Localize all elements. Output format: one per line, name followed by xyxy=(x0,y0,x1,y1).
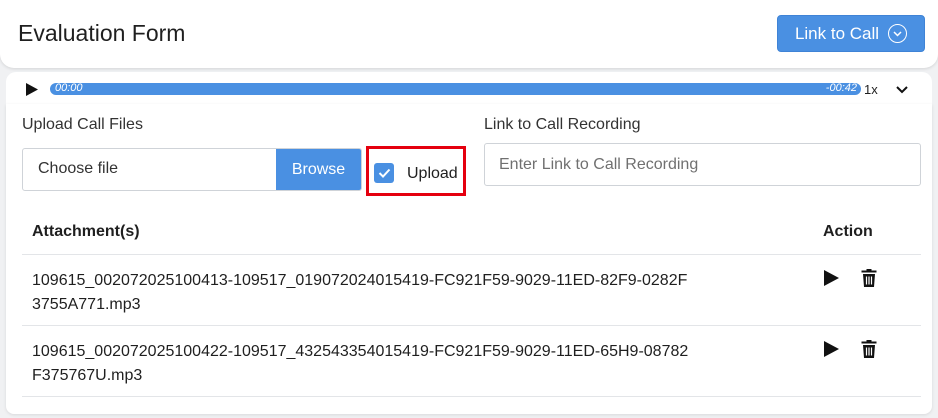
action-header: Action xyxy=(823,223,873,240)
browse-button[interactable]: Browse xyxy=(276,149,361,190)
upload-checkbox-label: Upload xyxy=(407,165,458,182)
trash-icon[interactable] xyxy=(861,269,877,287)
attachment-filename: 109615_002072025100413-109517_0190720240… xyxy=(32,272,688,313)
attachment-filename: 109615_002072025100422-109517_4325433540… xyxy=(32,343,689,384)
upload-files-label: Upload Call Files xyxy=(22,116,143,133)
play-icon[interactable] xyxy=(26,83,38,96)
attachments-table: Attachment(s) Action 109615_002072025100… xyxy=(22,212,921,397)
recording-link-label: Link to Call Recording xyxy=(484,116,641,133)
trash-icon[interactable] xyxy=(861,340,877,358)
progress-bar[interactable]: 00:00 -00:42 xyxy=(50,82,861,95)
table-header: Attachment(s) Action xyxy=(22,212,921,255)
play-icon[interactable] xyxy=(823,341,839,357)
chevron-down-circle-icon xyxy=(888,24,908,43)
chevron-down-icon[interactable] xyxy=(895,85,909,95)
play-icon[interactable] xyxy=(823,270,839,286)
audio-player: 00:00 -00:42 1x xyxy=(6,72,932,104)
upload-highlight: Upload xyxy=(366,146,466,196)
file-chooser[interactable]: Choose file Browse xyxy=(22,148,362,191)
page-title: Evaluation Form xyxy=(18,20,186,46)
upload-checkbox[interactable] xyxy=(374,163,394,183)
playback-speed[interactable]: 1x xyxy=(864,82,878,97)
attachments-header: Attachment(s) xyxy=(32,223,140,240)
remaining-time: -00:42 xyxy=(825,82,857,94)
link-to-call-button[interactable]: Link to Call xyxy=(777,15,925,52)
header: Evaluation Form Link to Call xyxy=(0,0,938,68)
form-body: Upload Call Files Link to Call Recording… xyxy=(6,104,932,414)
table-row: 109615_002072025100413-109517_0190720240… xyxy=(22,255,921,326)
table-row: 109615_002072025100422-109517_4325433540… xyxy=(22,326,921,397)
link-to-call-label: Link to Call xyxy=(794,23,880,43)
current-time: 00:00 xyxy=(55,82,83,94)
checkmark-icon xyxy=(378,168,390,178)
choose-file-text: Choose file xyxy=(38,160,119,177)
recording-link-input[interactable] xyxy=(484,143,921,186)
